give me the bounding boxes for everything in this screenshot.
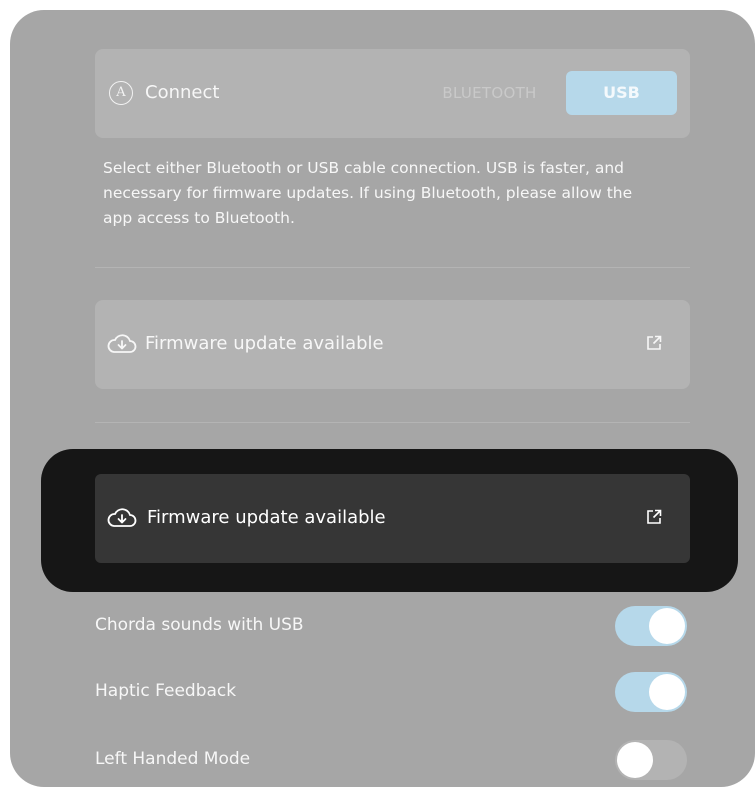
a-circle-icon: A (109, 81, 133, 105)
haptic-feedback-toggle[interactable] (615, 672, 687, 712)
cloud-download-icon (107, 508, 137, 527)
setting-label: Haptic Feedback (95, 681, 237, 701)
firmware-update-label: Firmware update available (147, 507, 386, 528)
cloud-download-icon (107, 334, 137, 353)
toggle-knob (649, 608, 685, 644)
setting-label: Left Handed Mode (95, 749, 251, 769)
bluetooth-option-button[interactable]: BLUETOOTH (415, 71, 564, 115)
external-link-icon[interactable] (645, 334, 663, 352)
setting-row-chorda-sounds: Chorda sounds with USB (95, 606, 695, 646)
setting-row-left-handed-mode: Left Handed Mode (95, 740, 695, 780)
settings-panel: A Connect BLUETOOTH USB Select either Bl… (10, 10, 755, 787)
divider (95, 422, 690, 423)
highlight-overlay: Firmware update available (41, 449, 738, 592)
firmware-update-label: Firmware update available (145, 333, 384, 354)
setting-row-haptic-feedback: Haptic Feedback (95, 672, 695, 712)
connect-card: A Connect BLUETOOTH USB (95, 49, 690, 138)
firmware-update-card-highlighted[interactable]: Firmware update available (95, 474, 690, 563)
external-link-icon[interactable] (645, 508, 663, 526)
firmware-update-card[interactable]: Firmware update available (95, 300, 690, 389)
left-handed-mode-toggle[interactable] (615, 740, 687, 780)
chorda-sounds-toggle[interactable] (615, 606, 687, 646)
toggle-knob (617, 742, 653, 778)
connect-title: Connect (145, 82, 220, 103)
setting-label: Chorda sounds with USB (95, 615, 304, 635)
toggle-knob (649, 674, 685, 710)
divider (95, 267, 690, 268)
connect-description: Select either Bluetooth or USB cable con… (103, 159, 633, 227)
usb-option-button[interactable]: USB (566, 71, 677, 115)
